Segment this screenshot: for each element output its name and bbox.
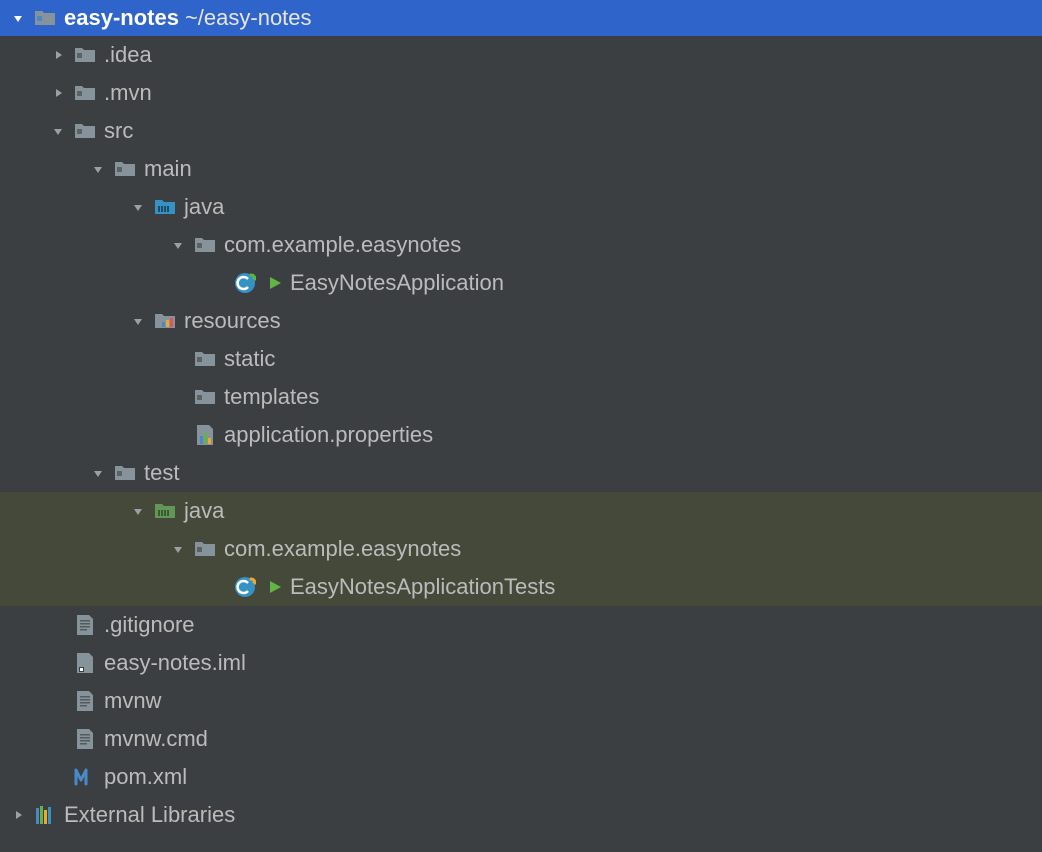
text-file-icon [72, 688, 98, 714]
tree-item-package-test[interactable]: com.example.easynotes [0, 530, 1042, 568]
expand-arrow-icon[interactable] [128, 315, 148, 327]
expand-arrow-icon[interactable] [48, 49, 68, 61]
tree-label: com.example.easynotes [224, 536, 461, 562]
package-icon [192, 232, 218, 258]
tree-label: mvnw [104, 688, 161, 714]
tree-item-iml[interactable]: easy-notes.iml [0, 644, 1042, 682]
expand-arrow-icon[interactable] [48, 87, 68, 99]
folder-icon [72, 42, 98, 68]
folder-icon [112, 460, 138, 486]
maven-file-icon [72, 764, 98, 790]
tree-item-main[interactable]: main [0, 150, 1042, 188]
project-name: easy-notes [64, 5, 179, 31]
tree-label: .gitignore [104, 612, 195, 638]
tree-item-resources[interactable]: resources [0, 302, 1042, 340]
tree-label: templates [224, 384, 319, 410]
tree-label: External Libraries [64, 802, 235, 828]
expand-arrow-icon[interactable] [88, 163, 108, 175]
resources-folder-icon [152, 308, 178, 334]
java-source-folder-icon [152, 194, 178, 220]
tree-label: easy-notes.iml [104, 650, 246, 676]
tree-item-idea[interactable]: .idea [0, 36, 1042, 74]
folder-icon [72, 118, 98, 144]
libraries-icon [32, 802, 58, 828]
tree-item-app-properties[interactable]: application.properties [0, 416, 1042, 454]
tree-item-gitignore[interactable]: .gitignore [0, 606, 1042, 644]
tree-item-static[interactable]: static [0, 340, 1042, 378]
tree-label: test [144, 460, 179, 486]
tree-label: application.properties [224, 422, 433, 448]
tree-label: src [104, 118, 133, 144]
tree-item-mvnw[interactable]: mvnw [0, 682, 1042, 720]
tree-item-templates[interactable]: templates [0, 378, 1042, 416]
folder-icon [192, 384, 218, 410]
tree-item-external-libraries[interactable]: External Libraries [0, 796, 1042, 834]
properties-file-icon [192, 422, 218, 448]
expand-arrow-icon[interactable] [168, 543, 188, 555]
project-tree[interactable]: easy-notes ~/easy-notes .idea .mvn sr [0, 0, 1042, 834]
tree-label: pom.xml [104, 764, 187, 790]
folder-icon [112, 156, 138, 182]
expand-arrow-icon[interactable] [48, 125, 68, 137]
java-class-icon [232, 270, 258, 296]
java-class-icon [232, 574, 258, 600]
tree-label: mvnw.cmd [104, 726, 208, 752]
tree-item-pom[interactable]: pom.xml [0, 758, 1042, 796]
tree-item-package-main[interactable]: com.example.easynotes [0, 226, 1042, 264]
tree-item-mvn[interactable]: .mvn [0, 74, 1042, 112]
runnable-badge-icon [264, 272, 286, 294]
project-path: ~/easy-notes [185, 5, 312, 31]
tree-label: com.example.easynotes [224, 232, 461, 258]
tree-label: .mvn [104, 80, 152, 106]
package-icon [192, 536, 218, 562]
tree-root[interactable]: easy-notes ~/easy-notes [0, 0, 1042, 36]
tree-item-test[interactable]: test [0, 454, 1042, 492]
text-file-icon [72, 612, 98, 638]
expand-arrow-icon[interactable] [128, 201, 148, 213]
tree-item-test-class[interactable]: EasyNotesApplicationTests [0, 568, 1042, 606]
tree-item-java-test[interactable]: java [0, 492, 1042, 530]
expand-arrow-icon[interactable] [128, 505, 148, 517]
tree-label: EasyNotesApplication [290, 270, 504, 296]
expand-arrow-icon[interactable] [168, 239, 188, 251]
tree-item-src[interactable]: src [0, 112, 1042, 150]
folder-icon [72, 80, 98, 106]
tree-item-mvnw-cmd[interactable]: mvnw.cmd [0, 720, 1042, 758]
tree-label: java [184, 498, 224, 524]
tree-label: resources [184, 308, 281, 334]
expand-arrow-icon[interactable] [8, 12, 28, 24]
text-file-icon [72, 726, 98, 752]
tree-item-app-class[interactable]: EasyNotesApplication [0, 264, 1042, 302]
module-folder-icon [32, 5, 58, 31]
tree-label: .idea [104, 42, 152, 68]
java-test-folder-icon [152, 498, 178, 524]
tree-label: main [144, 156, 192, 182]
tree-item-java-main[interactable]: java [0, 188, 1042, 226]
tree-label: static [224, 346, 275, 372]
folder-icon [192, 346, 218, 372]
expand-arrow-icon[interactable] [8, 809, 28, 821]
tree-label: java [184, 194, 224, 220]
tree-label: EasyNotesApplicationTests [290, 574, 555, 600]
runnable-badge-icon [264, 576, 286, 598]
iml-file-icon [72, 650, 98, 676]
expand-arrow-icon[interactable] [88, 467, 108, 479]
